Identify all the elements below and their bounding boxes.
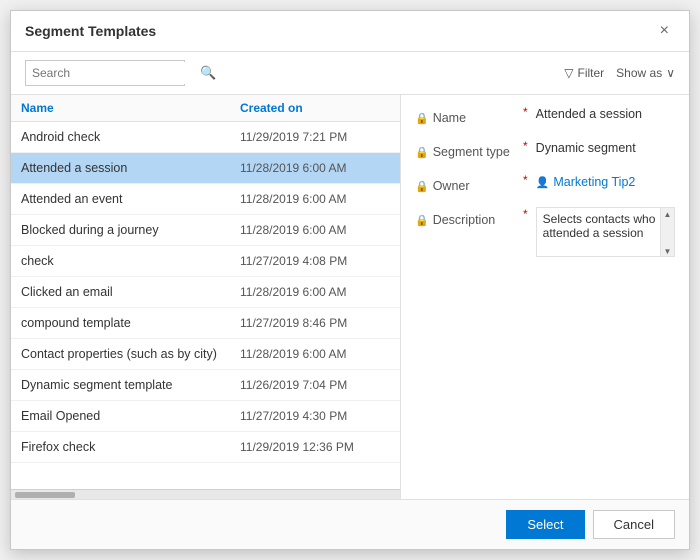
row-name: Dynamic segment template	[21, 378, 240, 392]
filter-icon: ▽	[564, 66, 573, 80]
segment-type-required-star: *	[523, 139, 528, 153]
table-row[interactable]: Android check 11/29/2019 7:21 PM	[11, 122, 400, 153]
row-name: Android check	[21, 130, 240, 144]
table-row[interactable]: Attended a session 11/28/2019 6:00 AM	[11, 153, 400, 184]
detail-segment-type-row: 🔒 Segment type * Dynamic segment	[415, 139, 675, 163]
col-name-header[interactable]: Name	[21, 101, 240, 115]
row-date: 11/28/2019 6:00 AM	[240, 192, 390, 206]
name-value: Attended a session	[536, 105, 675, 121]
row-name: Firefox check	[21, 440, 240, 454]
show-as-button[interactable]: Show as ∨	[616, 66, 675, 80]
row-date: 11/27/2019 8:46 PM	[240, 316, 390, 330]
filter-button[interactable]: ▽ Filter	[564, 66, 604, 80]
col-created-header[interactable]: Created on	[240, 101, 390, 115]
detail-panel: 🔒 Name * Attended a session 🔒 Segment ty…	[401, 95, 689, 499]
segment-type-label: 🔒 Segment type	[415, 139, 515, 163]
chevron-down-icon: ∨	[666, 66, 675, 80]
row-date: 11/28/2019 6:00 AM	[240, 161, 390, 175]
scroll-down-icon: ▼	[664, 247, 672, 256]
table-row[interactable]: check 11/27/2019 4:08 PM	[11, 246, 400, 277]
search-input[interactable]	[26, 62, 193, 84]
table-row[interactable]: Clicked an email 11/28/2019 6:00 AM	[11, 277, 400, 308]
dialog-title: Segment Templates	[25, 23, 156, 39]
row-date: 11/29/2019 7:21 PM	[240, 130, 390, 144]
row-date: 11/28/2019 6:00 AM	[240, 223, 390, 237]
segment-type-value: Dynamic segment	[536, 139, 675, 155]
scroll-up-icon: ▲	[664, 210, 672, 219]
list-header: Name Created on	[11, 95, 400, 122]
description-scrollbar[interactable]: ▲ ▼	[660, 208, 674, 256]
show-as-label: Show as	[616, 66, 662, 80]
row-name: Clicked an email	[21, 285, 240, 299]
name-required-star: *	[523, 105, 528, 119]
close-button[interactable]: ×	[654, 21, 675, 41]
row-name: Attended a session	[21, 161, 240, 175]
owner-required-star: *	[523, 173, 528, 187]
select-button[interactable]: Select	[506, 510, 584, 539]
filter-label: Filter	[578, 66, 605, 80]
table-row[interactable]: Dynamic segment template 11/26/2019 7:04…	[11, 370, 400, 401]
search-icon-button[interactable]: 🔍	[193, 61, 223, 85]
row-name: Contact properties (such as by city)	[21, 347, 240, 361]
row-name: Attended an event	[21, 192, 240, 206]
lock-icon-2: 🔒	[415, 146, 429, 159]
main-content: Name Created on Android check 11/29/2019…	[11, 95, 689, 499]
description-value: Selects contacts who attended a session …	[536, 207, 675, 257]
detail-owner-row: 🔒 Owner * 👤 Marketing Tip2	[415, 173, 675, 197]
toolbar: 🔍 ▽ Filter Show as ∨	[11, 52, 689, 95]
row-date: 11/27/2019 4:08 PM	[240, 254, 390, 268]
lock-icon: 🔒	[415, 112, 429, 125]
table-row[interactable]: compound template 11/27/2019 8:46 PM	[11, 308, 400, 339]
toolbar-right: ▽ Filter Show as ∨	[564, 66, 675, 80]
owner-label: 🔒 Owner	[415, 173, 515, 197]
row-date: 11/28/2019 6:00 AM	[240, 285, 390, 299]
cancel-button[interactable]: Cancel	[593, 510, 675, 539]
row-name: check	[21, 254, 240, 268]
list-panel: Name Created on Android check 11/29/2019…	[11, 95, 401, 499]
segment-templates-dialog: Segment Templates × 🔍 ▽ Filter Show as ∨…	[10, 10, 690, 550]
row-name: Email Opened	[21, 409, 240, 423]
detail-description-row: 🔒 Description * Selects contacts who att…	[415, 207, 675, 257]
row-date: 11/28/2019 6:00 AM	[240, 347, 390, 361]
table-row[interactable]: Email Opened 11/27/2019 4:30 PM	[11, 401, 400, 432]
table-row[interactable]: Blocked during a journey 11/28/2019 6:00…	[11, 215, 400, 246]
detail-name-row: 🔒 Name * Attended a session	[415, 105, 675, 129]
description-required-star: *	[523, 207, 528, 221]
user-icon: 👤	[536, 176, 550, 189]
row-name: Blocked during a journey	[21, 223, 240, 237]
row-name: compound template	[21, 316, 240, 330]
name-label: 🔒 Name	[415, 105, 515, 129]
list-body[interactable]: Android check 11/29/2019 7:21 PM Attende…	[11, 122, 400, 489]
owner-value[interactable]: 👤 Marketing Tip2	[536, 173, 675, 189]
dialog-titlebar: Segment Templates ×	[11, 11, 689, 52]
lock-icon-3: 🔒	[415, 180, 429, 193]
row-date: 11/27/2019 4:30 PM	[240, 409, 390, 423]
row-date: 11/29/2019 12:36 PM	[240, 440, 390, 454]
table-row[interactable]: Attended an event 11/28/2019 6:00 AM	[11, 184, 400, 215]
search-box: 🔍	[25, 60, 185, 86]
table-row[interactable]: Contact properties (such as by city) 11/…	[11, 339, 400, 370]
row-date: 11/26/2019 7:04 PM	[240, 378, 390, 392]
table-row[interactable]: Firefox check 11/29/2019 12:36 PM	[11, 432, 400, 463]
description-label: 🔒 Description	[415, 207, 515, 231]
footer: Select Cancel	[11, 499, 689, 549]
horizontal-scrollbar[interactable]	[11, 489, 400, 499]
horizontal-scrollbar-thumb	[15, 492, 75, 498]
lock-icon-4: 🔒	[415, 214, 429, 227]
